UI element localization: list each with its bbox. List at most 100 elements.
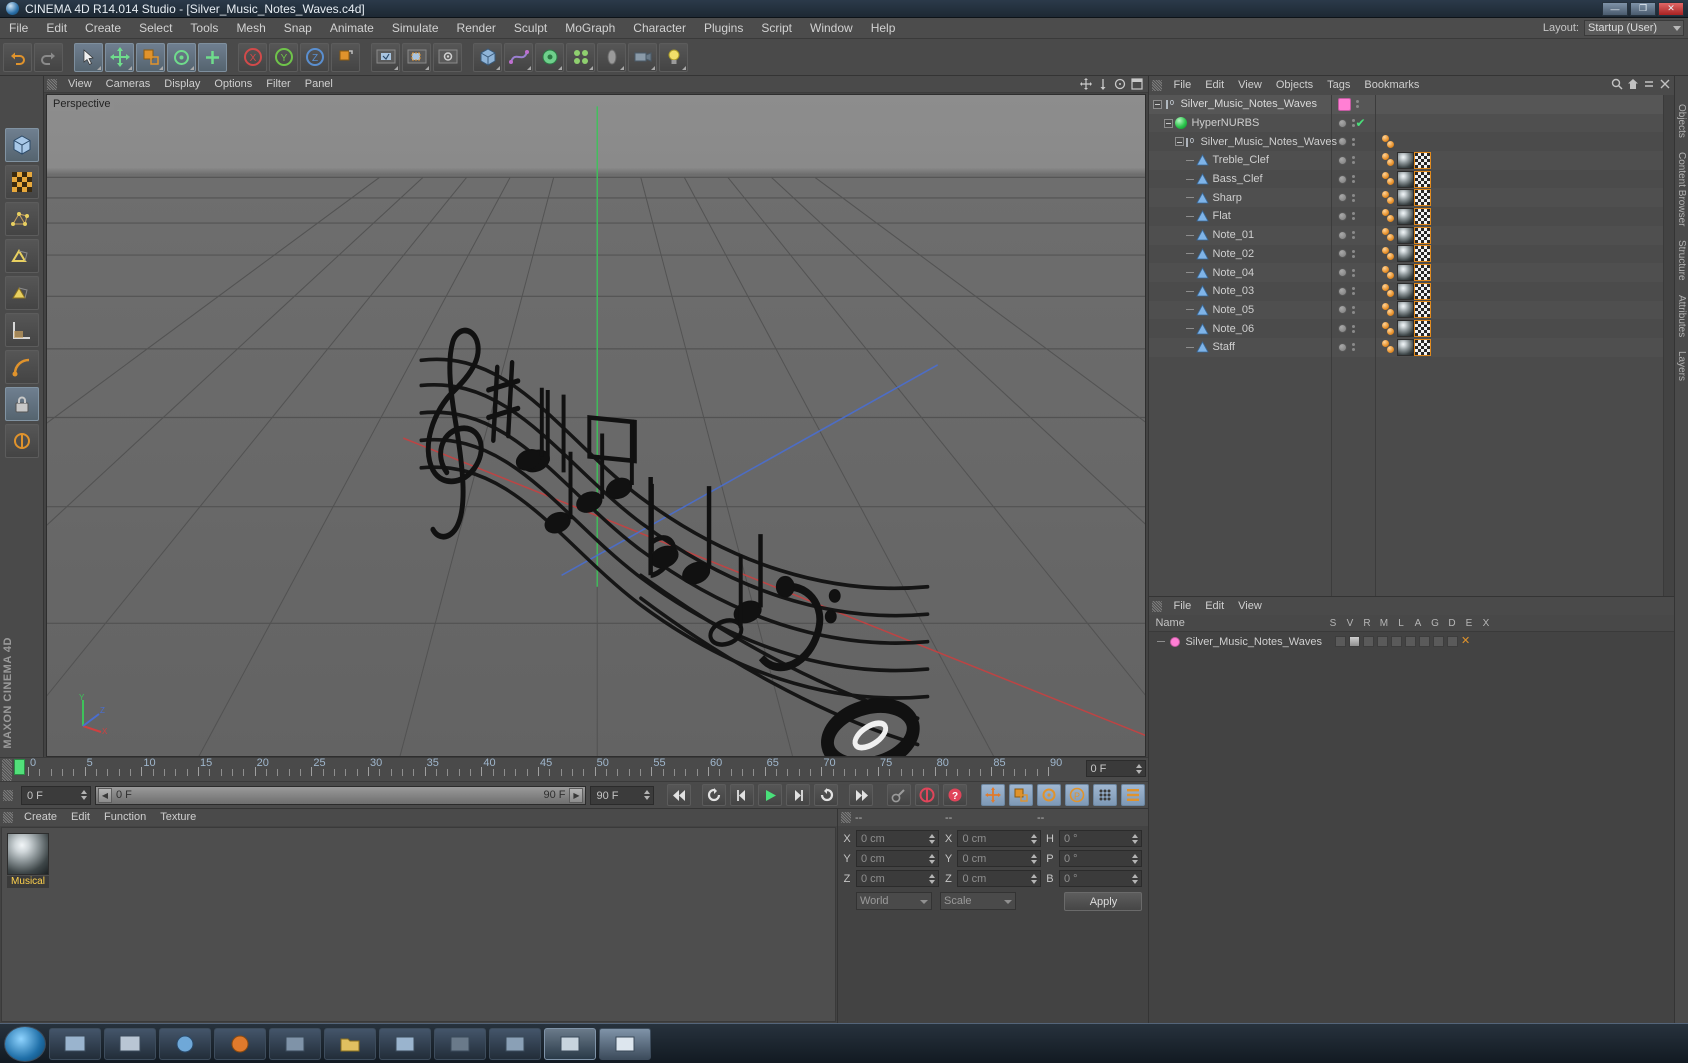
object-visibility-cell[interactable] <box>1332 263 1376 282</box>
object-row[interactable]: 0 Silver_Music_Notes_Waves <box>1149 95 1332 114</box>
viewport-menu-cameras[interactable]: Cameras <box>99 76 158 93</box>
polygons-mode[interactable] <box>4 276 39 310</box>
dock-tab-content-browser[interactable]: Content Browser <box>1676 152 1687 226</box>
lock-y-axis[interactable]: Y <box>269 42 298 72</box>
visibility-dots-icon[interactable] <box>1352 156 1356 165</box>
object-visibility-cell[interactable] <box>1332 225 1376 245</box>
layer-deform-toggle[interactable] <box>1433 636 1444 647</box>
object-menu-tags[interactable]: Tags <box>1320 76 1357 95</box>
phong-tag-icon[interactable] <box>1381 321 1397 337</box>
object-visibility-cell[interactable] <box>1332 319 1375 338</box>
object-tags-column[interactable] <box>1375 95 1664 596</box>
maximize-view-icon[interactable] <box>1130 77 1144 91</box>
texture-tag-icon[interactable] <box>1414 301 1432 319</box>
material-tag-icon[interactable] <box>1397 207 1415 225</box>
texture-tag-icon[interactable] <box>1414 338 1432 356</box>
timeline-track[interactable]: 0 5 10 15 20 25 30 35 40 45 50 55 60 65 70 75 80 85 90 <box>14 757 1148 782</box>
object-tags-cell[interactable] <box>1376 300 1664 320</box>
render-settings[interactable] <box>433 42 462 72</box>
stepper-icon[interactable] <box>1030 854 1038 865</box>
previous-frame-button[interactable] <box>730 784 755 806</box>
next-frame-button[interactable] <box>786 784 811 806</box>
taskbar-item-5[interactable] <box>269 1027 321 1060</box>
menu-snap[interactable]: Snap <box>275 18 321 39</box>
material-tag-icon[interactable] <box>1397 189 1415 207</box>
material-tag-icon[interactable] <box>1397 338 1415 356</box>
play-loop-button[interactable] <box>814 784 839 806</box>
viewport-menu-filter[interactable]: Filter <box>259 76 297 93</box>
add-light[interactable] <box>659 42 688 72</box>
object-row[interactable]: Note_04 <box>1149 263 1332 282</box>
texture-tag-icon[interactable] <box>1414 170 1432 188</box>
rot-h-input[interactable]: 0 ° <box>1058 830 1143 847</box>
object-manager-scrollbar[interactable] <box>1663 95 1675 596</box>
menu-render[interactable]: Render <box>448 18 505 39</box>
visibility-dot-icon[interactable] <box>1338 342 1348 352</box>
object-row[interactable]: Note_06 <box>1149 319 1331 338</box>
apply-button[interactable]: Apply <box>1064 892 1143 911</box>
visibility-dots-icon[interactable] <box>1352 287 1356 296</box>
panel-grip-icon[interactable] <box>47 78 57 90</box>
object-visibility-cell[interactable]: ✔ <box>1332 113 1376 133</box>
add-camera[interactable] <box>628 42 657 72</box>
scale-tool[interactable] <box>136 42 165 72</box>
undo-button[interactable] <box>3 42 32 72</box>
visibility-dots-icon[interactable] <box>1352 343 1356 352</box>
viewport-solo[interactable] <box>4 424 39 458</box>
world-object-coords[interactable] <box>331 42 360 72</box>
object-visibility-cell[interactable] <box>1332 188 1376 208</box>
menu-script[interactable]: Script <box>752 18 801 39</box>
redo-button[interactable] <box>34 42 63 72</box>
object-row[interactable]: Note_05 <box>1149 300 1332 320</box>
object-visibility-cell[interactable] <box>1332 207 1375 226</box>
visibility-dot-icon[interactable] <box>1338 324 1348 334</box>
keyframe-selection-button[interactable]: ? <box>943 784 968 806</box>
phong-tag-icon[interactable] <box>1381 171 1397 187</box>
phong-tag-icon[interactable] <box>1381 190 1397 206</box>
timeline-ruler[interactable]: 0 5 10 15 20 25 30 35 40 45 50 55 60 65 70 75 80 85 90 0 F <box>0 757 1149 782</box>
autokey-button[interactable] <box>887 784 912 806</box>
pos-x-input[interactable]: 0 cm <box>856 830 940 847</box>
phong-tag-icon[interactable] <box>1381 152 1397 168</box>
object-tags-cell[interactable] <box>1376 207 1663 226</box>
null-object-icon[interactable]: 0 <box>1184 136 1196 148</box>
go-to-start-button[interactable] <box>667 784 692 806</box>
visibility-dots-icon[interactable] <box>1352 212 1356 221</box>
rotation-key-toggle[interactable] <box>1037 784 1062 806</box>
visibility-dot-icon[interactable] <box>1338 193 1348 203</box>
menu-sculpt[interactable]: Sculpt <box>505 18 556 39</box>
polygon-object-icon[interactable] <box>1196 266 1210 279</box>
visibility-dots-icon[interactable] <box>1356 100 1360 109</box>
texture-tag-icon[interactable] <box>1414 207 1432 225</box>
polygon-object-icon[interactable] <box>1196 154 1210 166</box>
size-z-input[interactable]: 0 cm <box>957 870 1041 887</box>
layer-lock-toggle[interactable] <box>1391 636 1402 647</box>
material-tag-icon[interactable] <box>1397 282 1415 300</box>
pla-key-toggle[interactable] <box>1093 784 1118 806</box>
size-y-input[interactable]: 0 cm <box>957 850 1041 867</box>
menu-animate[interactable]: Animate <box>321 18 383 39</box>
polygon-object-icon[interactable] <box>1196 285 1210 297</box>
lock-axis-mode[interactable] <box>4 387 39 421</box>
taskbar-item-4[interactable] <box>214 1027 266 1060</box>
layer-visible-toggle[interactable] <box>1349 636 1360 647</box>
range-start-handle-icon[interactable]: ◀ <box>98 787 112 803</box>
taskbar-item-8[interactable] <box>434 1027 486 1060</box>
stepper-icon[interactable] <box>1030 834 1038 845</box>
play-backwards-button[interactable] <box>702 784 727 806</box>
object-visibility-cell[interactable] <box>1332 300 1376 320</box>
taskbar-item-2[interactable] <box>104 1027 156 1060</box>
model-mode[interactable] <box>4 128 39 162</box>
phong-tag-icon[interactable] <box>1381 134 1397 150</box>
menu-simulate[interactable]: Simulate <box>383 18 448 39</box>
object-color-swatch[interactable] <box>1338 97 1352 111</box>
move-tool[interactable] <box>105 42 134 72</box>
object-menu-view[interactable]: View <box>1231 76 1269 95</box>
menu-help[interactable]: Help <box>862 18 905 39</box>
dock-tab-layers[interactable]: Layers <box>1676 351 1687 381</box>
polygon-object-icon[interactable] <box>1196 304 1210 316</box>
add-generator[interactable] <box>535 42 564 72</box>
object-visibility-cell[interactable] <box>1332 245 1375 264</box>
rotate-icon[interactable] <box>1113 77 1127 91</box>
viewport-menu-view[interactable]: View <box>61 76 99 93</box>
